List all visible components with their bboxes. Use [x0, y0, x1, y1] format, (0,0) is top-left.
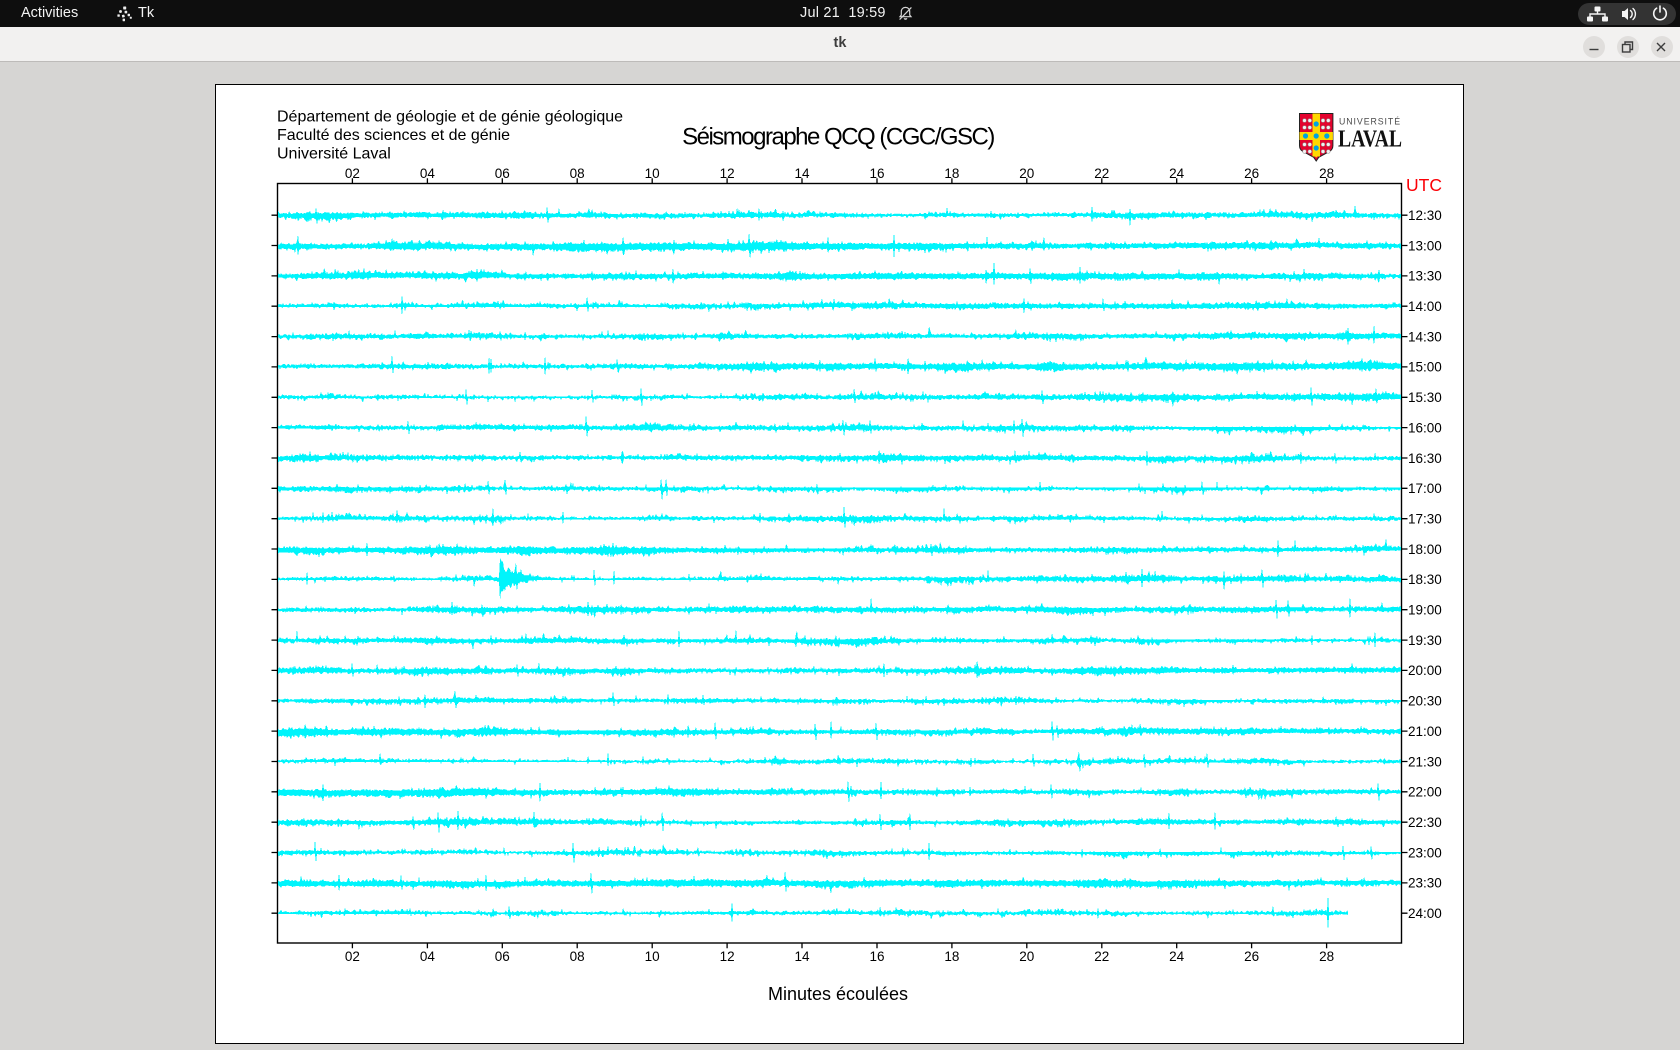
svg-text:28: 28 [1319, 166, 1334, 181]
svg-text:16: 16 [869, 949, 884, 964]
svg-text:Département de géologie et de: Département de géologie et de génie géol… [277, 108, 623, 125]
svg-text:UTC: UTC [1406, 175, 1442, 195]
svg-text:16:30: 16:30 [1408, 451, 1442, 466]
svg-text:28: 28 [1319, 949, 1334, 964]
svg-text:12: 12 [720, 166, 735, 181]
svg-text:04: 04 [420, 949, 436, 964]
svg-text:18: 18 [944, 949, 959, 964]
svg-text:19:00: 19:00 [1408, 603, 1442, 618]
svg-text:06: 06 [495, 166, 510, 181]
svg-text:23:30: 23:30 [1408, 876, 1442, 891]
svg-text:26: 26 [1244, 166, 1259, 181]
svg-text:13:30: 13:30 [1408, 269, 1442, 284]
svg-text:Université Laval: Université Laval [277, 146, 391, 163]
svg-text:22: 22 [1094, 166, 1109, 181]
svg-text:04: 04 [420, 166, 436, 181]
svg-text:LAVAL: LAVAL [1338, 127, 1402, 153]
svg-text:24: 24 [1169, 949, 1185, 964]
svg-text:20:30: 20:30 [1408, 694, 1442, 709]
svg-text:18:30: 18:30 [1408, 572, 1442, 587]
svg-text:16: 16 [869, 166, 884, 181]
svg-text:22:00: 22:00 [1408, 785, 1442, 800]
svg-text:20: 20 [1019, 949, 1034, 964]
svg-text:12: 12 [720, 949, 735, 964]
svg-text:18: 18 [944, 166, 959, 181]
svg-text:16:00: 16:00 [1408, 420, 1442, 435]
svg-text:06: 06 [495, 949, 510, 964]
svg-text:02: 02 [345, 949, 360, 964]
svg-text:20: 20 [1019, 166, 1034, 181]
svg-text:17:00: 17:00 [1408, 481, 1442, 496]
svg-text:10: 10 [645, 166, 660, 181]
svg-text:10: 10 [645, 949, 660, 964]
svg-text:24: 24 [1169, 166, 1185, 181]
svg-text:21:30: 21:30 [1408, 754, 1442, 769]
svg-text:12:30: 12:30 [1408, 208, 1442, 223]
svg-text:14: 14 [794, 949, 810, 964]
svg-text:18:00: 18:00 [1408, 542, 1442, 557]
svg-text:17:30: 17:30 [1408, 512, 1442, 527]
svg-text:24:00: 24:00 [1408, 906, 1442, 921]
svg-text:20:00: 20:00 [1408, 663, 1442, 678]
svg-text:22: 22 [1094, 949, 1109, 964]
svg-text:21:00: 21:00 [1408, 724, 1442, 739]
svg-text:Minutes écoulées: Minutes écoulées [768, 984, 908, 1004]
svg-text:14:30: 14:30 [1408, 329, 1442, 344]
svg-text:Séismographe QCQ (CGC/GSC): Séismographe QCQ (CGC/GSC) [682, 124, 994, 151]
svg-text:15:30: 15:30 [1408, 390, 1442, 405]
svg-text:14:00: 14:00 [1408, 299, 1442, 314]
svg-text:02: 02 [345, 166, 360, 181]
svg-text:Faculté des sciences et de gén: Faculté des sciences et de génie [277, 127, 510, 144]
svg-text:08: 08 [570, 166, 585, 181]
svg-text:14: 14 [794, 166, 810, 181]
svg-text:22:30: 22:30 [1408, 815, 1442, 830]
svg-text:23:00: 23:00 [1408, 845, 1442, 860]
svg-text:13:00: 13:00 [1408, 238, 1442, 253]
svg-text:08: 08 [570, 949, 585, 964]
svg-text:26: 26 [1244, 949, 1259, 964]
svg-text:15:00: 15:00 [1408, 360, 1442, 375]
svg-text:19:30: 19:30 [1408, 633, 1442, 648]
